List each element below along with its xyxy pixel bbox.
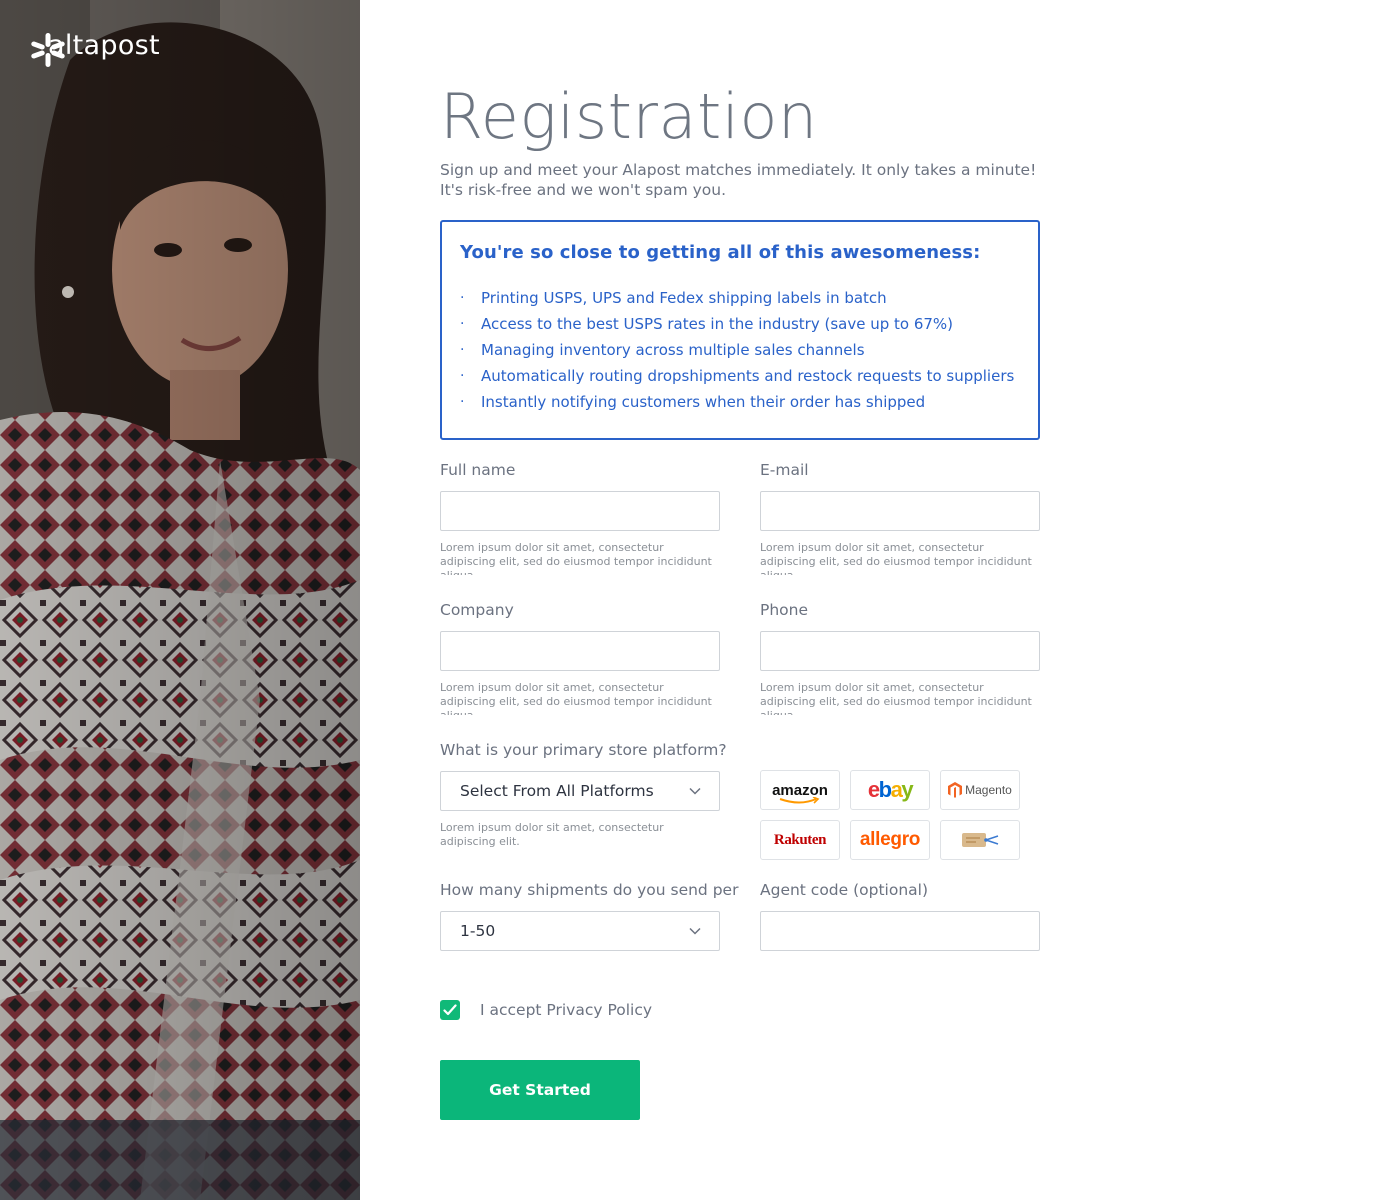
platform-tile-ebay[interactable]: ebay xyxy=(850,770,930,810)
chevron-down-icon xyxy=(689,927,701,935)
benefit-item: Printing USPS, UPS and Fedex shipping la… xyxy=(460,285,1020,311)
full-name-help: Lorem ipsum dolor sit amet, consectetur … xyxy=(440,541,712,575)
agent-code-input[interactable] xyxy=(760,911,1040,951)
platform-label: What is your primary store platform? xyxy=(440,741,727,759)
agent-code-group: Agent code (optional) xyxy=(760,880,1040,951)
privacy-checkbox[interactable] xyxy=(440,1000,460,1020)
full-name-label: Full name xyxy=(440,461,516,479)
platform-tile-allegro[interactable]: allegro xyxy=(850,820,930,860)
platform-tile-amazon[interactable]: amazon xyxy=(760,770,840,810)
benefits-title: You're so close to getting all of this a… xyxy=(460,242,981,263)
platform-group: What is your primary store platform? Sel… xyxy=(440,740,727,849)
get-started-button[interactable]: Get Started xyxy=(440,1060,640,1120)
email-input[interactable] xyxy=(760,491,1040,531)
shipping-tag-logo xyxy=(962,833,999,847)
benefit-item: Instantly notifying customers when their… xyxy=(460,389,1020,415)
amazon-smile-icon xyxy=(779,796,820,804)
company-input[interactable] xyxy=(440,631,720,671)
rakuten-logo: Rakuten xyxy=(773,831,827,848)
benefit-item: Automatically routing dropshipments and … xyxy=(460,363,1020,389)
privacy-label[interactable]: I accept Privacy Policy xyxy=(480,1001,652,1019)
benefit-item: Access to the best USPS rates in the ind… xyxy=(460,311,1020,337)
shipments-select[interactable]: 1-50 xyxy=(440,911,720,951)
brand-logo[interactable]: altapost xyxy=(28,30,160,67)
page-subtitle: Sign up and meet your Alapost matches im… xyxy=(440,160,1040,200)
company-help: Lorem ipsum dolor sit amet, consectetur … xyxy=(440,681,712,715)
platform-tile-rakuten[interactable]: Rakuten xyxy=(760,820,840,860)
subtitle-line-1: Sign up and meet your Alapost matches im… xyxy=(440,161,1037,179)
ebay-logo: ebay xyxy=(867,777,914,802)
chevron-down-icon xyxy=(689,787,701,795)
platform-select-value: Select From All Platforms xyxy=(460,782,654,800)
page-title: Registration xyxy=(440,80,818,153)
agent-code-label: Agent code (optional) xyxy=(760,881,929,899)
email-help: Lorem ipsum dolor sit amet, consectetur … xyxy=(760,541,1032,575)
hero-photo xyxy=(0,0,360,1200)
privacy-consent: I accept Privacy Policy xyxy=(440,1000,652,1020)
company-group: Company Lorem ipsum dolor sit amet, cons… xyxy=(440,600,720,715)
full-name-input[interactable] xyxy=(440,491,720,531)
magento-logo: Magento xyxy=(948,782,1012,798)
email-label: E-mail xyxy=(760,461,809,479)
shipments-label: How many shipments do you send per xyxy=(440,881,739,899)
benefit-item: Managing inventory across multiple sales… xyxy=(460,337,1020,363)
benefits-list: Printing USPS, UPS and Fedex shipping la… xyxy=(460,285,1020,415)
phone-group: Phone Lorem ipsum dolor sit amet, consec… xyxy=(760,600,1040,715)
phone-label: Phone xyxy=(760,601,809,619)
email-group: E-mail Lorem ipsum dolor sit amet, conse… xyxy=(760,460,1040,575)
checkmark-icon xyxy=(443,1004,457,1016)
magento-wordmark: Magento xyxy=(965,783,1012,797)
platform-tile-magento[interactable]: Magento xyxy=(940,770,1020,810)
platform-help: Lorem ipsum dolor sit amet, consectetur … xyxy=(440,821,664,848)
amazon-logo: amazon xyxy=(772,782,828,804)
platform-tile-shipping-tag[interactable] xyxy=(940,820,1020,860)
hero-photo-panel: altapost xyxy=(0,0,360,1200)
allegro-logo: allegro xyxy=(859,829,921,850)
asterisk-logo-icon xyxy=(31,33,65,67)
platform-select[interactable]: Select From All Platforms xyxy=(440,771,720,811)
benefits-box: You're so close to getting all of this a… xyxy=(440,220,1040,440)
company-label: Company xyxy=(440,601,514,619)
shipments-group: How many shipments do you send per 1-50 xyxy=(440,880,738,951)
full-name-group: Full name Lorem ipsum dolor sit amet, co… xyxy=(440,460,720,575)
shipments-select-value: 1-50 xyxy=(460,922,496,940)
phone-help: Lorem ipsum dolor sit amet, consectetur … xyxy=(760,681,1032,715)
subtitle-line-2: It's risk-free and we won't spam you. xyxy=(440,181,727,199)
phone-input[interactable] xyxy=(760,631,1040,671)
magento-icon xyxy=(948,782,963,798)
